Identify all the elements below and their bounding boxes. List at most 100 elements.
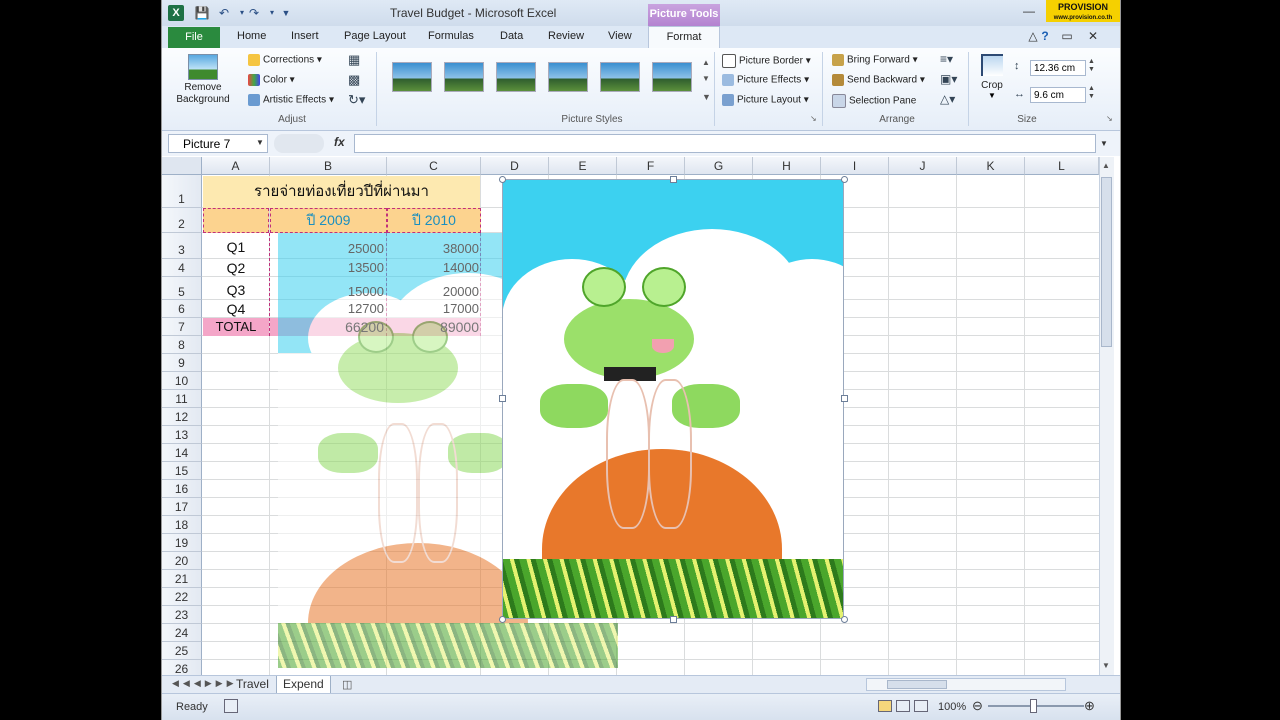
help-icon[interactable]: ? xyxy=(1034,28,1056,44)
sheet-tab-travel[interactable]: Travel xyxy=(230,676,275,693)
row-header-8[interactable]: 8 xyxy=(162,336,202,354)
row-header-24[interactable]: 24 xyxy=(162,624,202,642)
name-box[interactable]: Picture 7 xyxy=(168,134,268,153)
reset-picture-icon[interactable]: ↻▾ xyxy=(348,92,365,108)
cell-b7-total[interactable]: 66200 xyxy=(270,318,384,336)
tab-review[interactable]: Review xyxy=(548,30,584,42)
formula-input[interactable] xyxy=(354,134,1096,153)
tab-page-layout[interactable]: Page Layout xyxy=(344,30,406,42)
column-header-c[interactable]: C xyxy=(387,157,481,175)
zoom-slider-thumb[interactable] xyxy=(1030,699,1037,713)
row-header-11[interactable]: 11 xyxy=(162,390,202,408)
cell-c4[interactable]: 14000 xyxy=(387,259,479,277)
expand-formula-bar-icon[interactable]: ▼ xyxy=(1100,139,1108,148)
compress-pictures-icon[interactable]: ▦ xyxy=(348,52,360,68)
row-header-17[interactable]: 17 xyxy=(162,498,202,516)
column-header-a[interactable]: A xyxy=(202,157,270,175)
cell-c5[interactable]: 20000 xyxy=(387,278,479,300)
restore-workbook-icon[interactable]: ▭ xyxy=(1056,28,1078,44)
picture-style-6[interactable] xyxy=(652,62,692,92)
sheet-tab-expend[interactable]: Expend xyxy=(276,676,331,694)
cell-c6[interactable]: 17000 xyxy=(387,300,479,318)
rotate-icon[interactable]: △▾ xyxy=(940,92,955,106)
year-2010-header[interactable]: ปี 2010 xyxy=(387,208,481,233)
page-layout-view-icon[interactable] xyxy=(896,700,910,712)
sheet-nav-icons[interactable]: ◀◀◀▶▶▶ xyxy=(172,678,238,689)
row-header-9[interactable]: 9 xyxy=(162,354,202,372)
name-box-dropdown-icon[interactable]: ▼ xyxy=(256,138,264,147)
shape-height-input[interactable]: 12.36 cm xyxy=(1030,60,1086,76)
width-spinner[interactable]: ▲ ▼ xyxy=(1088,85,1095,101)
picture-style-1[interactable] xyxy=(392,62,432,92)
cell-b6[interactable]: 12700 xyxy=(270,300,384,318)
resize-handle[interactable] xyxy=(841,395,848,402)
cell-c7-total[interactable]: 89000 xyxy=(387,318,479,336)
customize-qat-icon[interactable]: ▼ xyxy=(278,5,294,21)
column-header-l[interactable]: L xyxy=(1025,157,1099,175)
cell-c3[interactable]: 38000 xyxy=(387,235,479,257)
cell-b5[interactable]: 15000 xyxy=(270,278,384,300)
year-2009-header[interactable]: ปี 2009 xyxy=(270,208,387,233)
close-workbook-icon[interactable]: ✕ xyxy=(1082,28,1104,44)
picture-style-4[interactable] xyxy=(548,62,588,92)
macro-record-icon[interactable] xyxy=(224,699,238,713)
resize-handle[interactable] xyxy=(670,616,677,623)
redo-icon[interactable]: ↷ xyxy=(246,5,262,21)
insert-worksheet-icon[interactable]: ◫ xyxy=(342,678,352,691)
minimize-button[interactable]: — xyxy=(1018,3,1040,19)
column-header-h[interactable]: H xyxy=(753,157,821,175)
row-header-6[interactable]: 6 xyxy=(162,300,202,318)
selection-pane-button[interactable]: Selection Pane xyxy=(832,94,916,108)
save-icon[interactable]: 💾 xyxy=(194,5,210,21)
picture-border-button[interactable]: Picture Border ▾ xyxy=(722,54,811,68)
resize-handle[interactable] xyxy=(670,176,677,183)
page-break-view-icon[interactable] xyxy=(914,700,928,712)
crop-button[interactable]: Crop ▼ xyxy=(976,52,1008,110)
row-header-19[interactable]: 19 xyxy=(162,534,202,552)
styles-scroll-up-icon[interactable]: ▲ xyxy=(702,58,710,67)
tab-file[interactable]: File xyxy=(168,27,220,48)
row-header-12[interactable]: 12 xyxy=(162,408,202,426)
row-header-16[interactable]: 16 xyxy=(162,480,202,498)
size-launcher-icon[interactable]: ↘ xyxy=(1106,114,1113,123)
remove-background-button[interactable]: Remove Background xyxy=(172,52,234,112)
row-header-2[interactable]: 2 xyxy=(162,208,202,233)
styles-more-icon[interactable]: ▼ xyxy=(702,92,711,102)
column-header-k[interactable]: K xyxy=(957,157,1025,175)
row-header-21[interactable]: 21 xyxy=(162,570,202,588)
select-all-button[interactable] xyxy=(162,157,202,175)
row-label-total[interactable]: TOTAL xyxy=(203,318,269,336)
zoom-level[interactable]: 100% xyxy=(938,701,966,713)
row-header-23[interactable]: 23 xyxy=(162,606,202,624)
resize-handle[interactable] xyxy=(499,176,506,183)
bring-forward-button[interactable]: Bring Forward ▾ xyxy=(832,54,918,66)
table-title[interactable]: รายจ่ายท่องเที่ยวปีที่ผ่านมา xyxy=(203,176,480,208)
artistic-effects-button[interactable]: Artistic Effects ▾ xyxy=(248,94,334,106)
column-header-j[interactable]: J xyxy=(889,157,957,175)
row-label-q4[interactable]: Q4 xyxy=(203,300,269,318)
tab-view[interactable]: View xyxy=(608,30,632,42)
row-label-q3[interactable]: Q3 xyxy=(203,278,269,300)
tab-data[interactable]: Data xyxy=(500,30,523,42)
cell-b3[interactable]: 25000 xyxy=(270,235,384,257)
excel-logo-icon[interactable]: X xyxy=(168,5,184,21)
vertical-scrollbar[interactable]: ▲ ▼ xyxy=(1099,157,1114,675)
resize-handle[interactable] xyxy=(499,616,506,623)
tab-formulas[interactable]: Formulas xyxy=(428,30,474,42)
picture-layout-button[interactable]: Picture Layout ▾ xyxy=(722,94,809,106)
format-picture-launcher-icon[interactable]: ↘ xyxy=(810,114,817,123)
color-button[interactable]: Color ▾ xyxy=(248,74,295,86)
row-header-1[interactable]: 1 xyxy=(162,175,202,208)
column-header-g[interactable]: G xyxy=(685,157,753,175)
row-header-18[interactable]: 18 xyxy=(162,516,202,534)
change-picture-icon[interactable]: ▩ xyxy=(348,72,360,88)
tab-home[interactable]: Home xyxy=(237,30,266,42)
column-header-f[interactable]: F xyxy=(617,157,685,175)
zoom-in-icon[interactable]: ⊕ xyxy=(1084,698,1095,714)
horizontal-scrollbar[interactable] xyxy=(866,678,1066,691)
row-header-5[interactable]: 5 xyxy=(162,277,202,300)
row-header-7[interactable]: 7 xyxy=(162,318,202,336)
resize-handle[interactable] xyxy=(841,616,848,623)
tab-insert[interactable]: Insert xyxy=(291,30,319,42)
cell-a2[interactable] xyxy=(203,208,269,233)
